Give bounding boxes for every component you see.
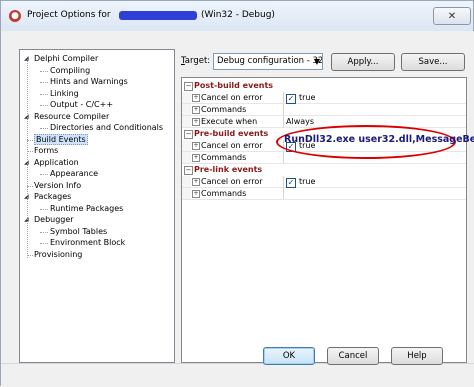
tree-item-runtime-packages[interactable]: Runtime Packages <box>50 203 123 214</box>
tree-connector <box>40 82 48 83</box>
tree-item-label: Output - C/C++ <box>50 100 114 109</box>
checkbox-icon[interactable]: ✓ <box>286 178 296 188</box>
category-label: Post-build events <box>194 81 274 90</box>
tree-item-output-c-c-[interactable]: Output - C/C++ <box>50 99 113 110</box>
tree-connector <box>40 128 48 129</box>
property-name: Commands <box>201 189 247 198</box>
tree-connector <box>40 174 48 175</box>
tree-item-compiling[interactable]: Compiling <box>50 65 90 76</box>
property-row[interactable]: + Cancel on error ✓ true <box>182 176 466 188</box>
cancel-button[interactable]: Cancel <box>327 347 379 365</box>
category-label: Pre-link events <box>194 165 263 174</box>
tree-item-hints-and-warnings[interactable]: Hints and Warnings <box>50 76 128 87</box>
property-name: Commands <box>201 153 247 162</box>
tree-item-version-info[interactable]: Version Info <box>34 180 81 191</box>
checkbox-icon[interactable]: ✓ <box>286 94 296 104</box>
tree-item-label: Environment Block <box>50 238 126 247</box>
expand-icon[interactable]: + <box>192 106 200 114</box>
title-bar: ● Project Options for (Win32 - Debug) ✕ <box>1 1 473 32</box>
expand-icon[interactable]: + <box>192 94 200 102</box>
property-name: Cancel on error <box>201 93 263 102</box>
property-row[interactable]: + Commands <box>182 104 466 116</box>
tree-item-label: Linking <box>50 88 79 98</box>
property-value[interactable]: Always <box>286 116 314 127</box>
tree-item-build-events[interactable]: Build Events <box>34 133 88 145</box>
property-name: Cancel on error <box>201 177 263 186</box>
tree-item-label: Hints and Warnings <box>50 77 128 86</box>
property-value: true <box>299 177 316 186</box>
tree-item-linking[interactable]: Linking <box>50 88 79 99</box>
target-dropdown[interactable]: Debug configuration - 32- ▼ <box>213 53 323 70</box>
category-pre-link-events[interactable]: − Pre-link events <box>182 164 466 175</box>
category-label: Pre-build events <box>194 129 269 138</box>
expand-icon[interactable]: + <box>192 154 200 162</box>
tree-item-symbol-tables[interactable]: Symbol Tables <box>50 226 107 237</box>
collapse-icon[interactable]: − <box>184 82 193 91</box>
tree-item-environment-block[interactable]: Environment Block <box>50 237 125 248</box>
tree-item-label: Directories and Conditionals <box>50 123 164 132</box>
tree-connector <box>40 70 48 72</box>
apply-button[interactable]: Apply... <box>331 53 395 71</box>
tree-item-label: Resource Compiler <box>34 111 110 121</box>
expand-icon[interactable]: + <box>192 190 200 198</box>
tree-item-label: Compiling <box>50 65 91 75</box>
category-post-build-events[interactable]: − Post-build events <box>182 80 466 91</box>
tree-item-provisioning[interactable]: Provisioning <box>34 249 82 260</box>
tree-item-resource-compiler[interactable]: Resource Compiler <box>34 111 109 122</box>
property-row[interactable]: + Commands <box>182 188 466 200</box>
options-tree[interactable]: ◢ Delphi Compiler Compiling Hints and Warni… <box>19 49 175 363</box>
dialog-body: ◢ Delphi Compiler Compiling Hints and Warni… <box>1 31 474 387</box>
tree-item-debugger[interactable]: Debugger <box>34 214 74 225</box>
app-icon: ● <box>9 10 21 22</box>
tree-item-label: Forms <box>34 146 59 155</box>
help-button[interactable]: Help <box>391 347 443 365</box>
tree-item-label: Runtime Packages <box>50 203 124 213</box>
tree-item-label: Appearance <box>50 169 99 178</box>
property-name: Execute when <box>201 117 258 126</box>
tree-item-label: Symbol Tables <box>50 226 108 236</box>
window-title: Project Options for <box>27 10 111 20</box>
tree-item-label: Build Events <box>34 133 88 145</box>
ok-button[interactable]: OK <box>263 347 315 365</box>
build-events-grid[interactable]: − Post-build events + Cancel on error ✓ true +… <box>181 77 467 363</box>
tree-item-packages[interactable]: Packages <box>34 191 71 202</box>
collapse-icon[interactable]: − <box>184 130 193 139</box>
close-button[interactable]: ✕ <box>433 7 471 25</box>
tree-item-directories-and-conditionals[interactable]: Directories and Conditionals <box>50 122 163 133</box>
tree-item-forms[interactable]: Forms <box>34 145 58 156</box>
property-name: Commands <box>201 105 247 114</box>
property-name: Cancel on error <box>201 141 263 150</box>
save-button[interactable]: Save... <box>401 53 465 71</box>
expand-icon[interactable]: + <box>192 178 200 186</box>
chevron-down-icon: ▼ <box>313 57 320 66</box>
collapse-icon[interactable]: − <box>184 166 193 175</box>
property-row[interactable]: + Cancel on error ✓ true <box>182 92 466 104</box>
tree-item-label: Application <box>34 157 79 167</box>
tree-connector <box>27 59 28 258</box>
annotation-commands-text: RunDll32.exe user32.dll,MessageBeep <box>284 134 474 145</box>
property-value: true <box>299 93 316 102</box>
tree-item-label: Packages <box>34 192 72 201</box>
target-label: Target: <box>181 56 211 66</box>
tree-connector <box>40 105 48 106</box>
tree-item-label: Debugger <box>34 215 74 224</box>
tree-item-application[interactable]: Application <box>34 157 79 168</box>
tree-connector <box>40 208 48 210</box>
tree-item-label: Version Info <box>34 180 82 190</box>
tree-item-label: Provisioning <box>34 249 83 259</box>
project-options-window: ● Project Options for (Win32 - Debug) ✕ … <box>0 0 474 387</box>
expand-icon[interactable]: + <box>192 118 200 126</box>
tree-connector <box>40 243 48 244</box>
expand-icon[interactable]: + <box>192 142 200 150</box>
tree-item-delphi-compiler[interactable]: Delphi Compiler <box>34 53 98 64</box>
tree-item-appearance[interactable]: Appearance <box>50 168 98 179</box>
tree-connector <box>40 93 48 95</box>
window-title-suffix: (Win32 - Debug) <box>201 10 275 20</box>
tree-connector <box>40 231 48 233</box>
tree-item-label: Delphi Compiler <box>34 54 99 63</box>
redacted-project-name <box>119 11 197 20</box>
